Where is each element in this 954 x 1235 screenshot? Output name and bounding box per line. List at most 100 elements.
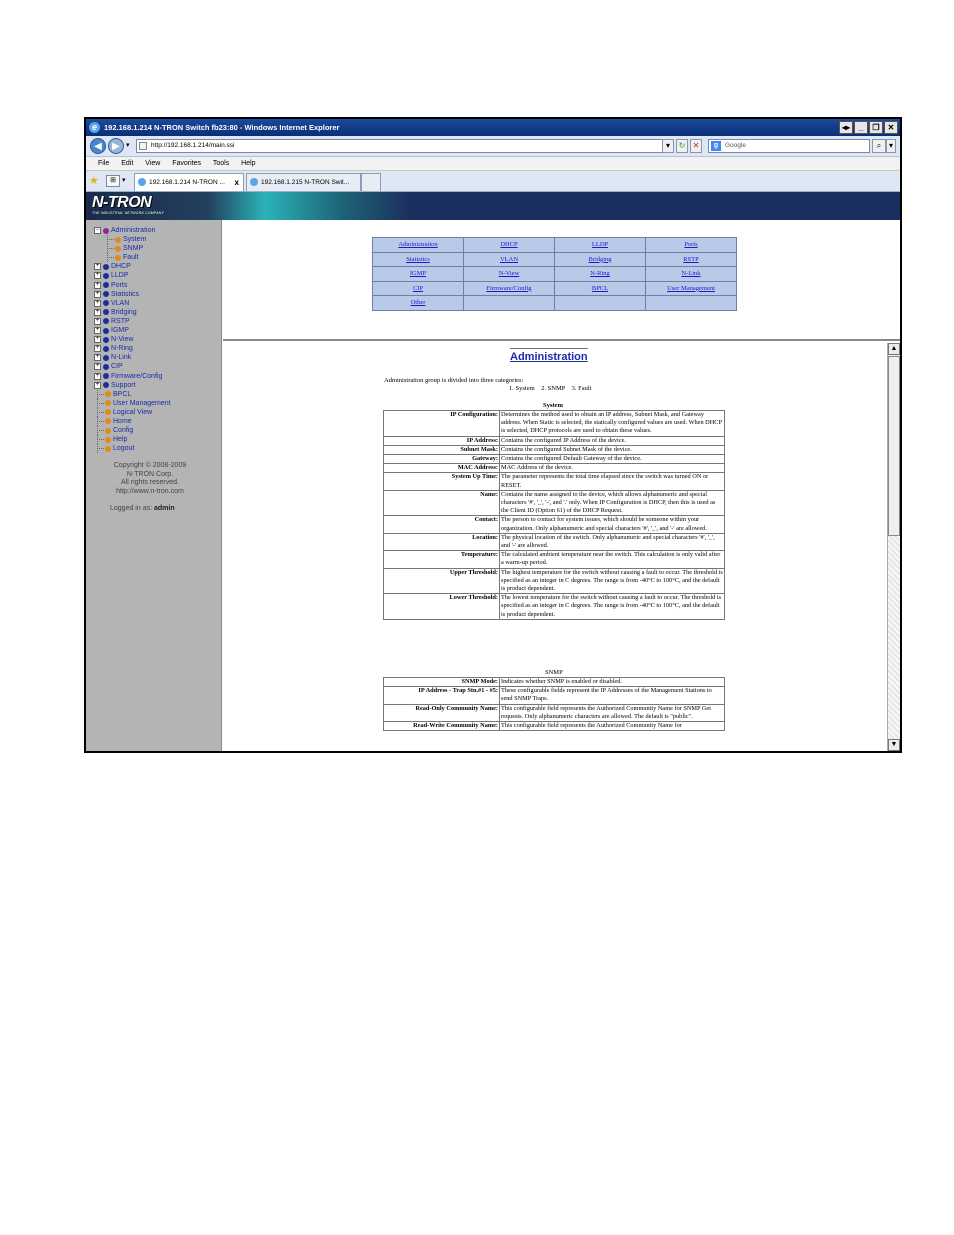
nav-link-firmware-config[interactable]: Firmware/Config — [463, 280, 555, 296]
bullet-icon — [105, 427, 111, 434]
scroll-down-icon[interactable]: ▼ — [888, 739, 900, 751]
sidebar-item-rstp[interactable]: + RSTP — [94, 317, 171, 326]
menu-file[interactable]: File — [98, 160, 109, 167]
sidebar-item-label: Home — [113, 417, 132, 425]
new-tab-button[interactable] — [361, 173, 381, 191]
sidebar-item-cip[interactable]: + CIP — [94, 362, 171, 371]
stop-icon[interactable]: ✕ — [690, 139, 702, 153]
nav-link-n-ring[interactable]: N-Ring — [554, 266, 646, 282]
nav-link-rstp[interactable]: RSTP — [645, 251, 737, 267]
sidebar-item-label: N-Ring — [111, 345, 133, 353]
scroll-thumb[interactable] — [888, 356, 900, 536]
ntron-logo[interactable]: N-TRON — [92, 194, 152, 212]
sidebar-item-firmware-config[interactable]: + Firmware/Config — [94, 372, 171, 381]
sidebar-item-snmp[interactable]: SNMP — [94, 244, 171, 254]
bullet-icon — [105, 409, 111, 416]
sidebar-item-vlan[interactable]: + VLAN — [94, 299, 171, 308]
tab-list-dropdown-icon[interactable]: ▾ — [122, 175, 126, 187]
sidebar-item-dhcp[interactable]: + DHCP — [94, 262, 171, 271]
scroll-tabs-icon[interactable]: ◂▸ — [839, 121, 853, 134]
vertical-scrollbar[interactable]: ▲ ▼ — [887, 343, 900, 751]
tab-other[interactable]: 192.168.1.215 N-TRON Swit... — [246, 173, 361, 191]
menu-favorites[interactable]: Favorites — [172, 160, 201, 167]
sidebar-item-user-management[interactable]: User Management — [94, 398, 171, 408]
nav-link-bpcl[interactable]: BPCL — [554, 280, 646, 296]
scroll-up-icon[interactable]: ▲ — [888, 343, 900, 355]
sidebar-item-ports[interactable]: + Ports — [94, 281, 171, 290]
sidebar-item-logical-view[interactable]: Logical View — [94, 407, 171, 417]
menu-tools[interactable]: Tools — [213, 160, 229, 167]
logo-tagline: THE INDUSTRIAL NETWORK COMPANY — [92, 211, 164, 215]
maximize-button[interactable]: ❐ — [869, 121, 883, 134]
expand-icon[interactable]: + — [94, 354, 101, 362]
nav-link-igmp[interactable]: IGMP — [372, 266, 464, 282]
expand-icon[interactable]: + — [94, 308, 101, 316]
back-button[interactable]: ◀ — [90, 138, 106, 154]
collapse-icon[interactable]: − — [94, 227, 101, 234]
expand-icon[interactable]: + — [94, 317, 101, 325]
sidebar-item-config[interactable]: Config — [94, 426, 171, 436]
nav-link-vlan[interactable]: VLAN — [463, 251, 555, 267]
sidebar-item-administration[interactable]: − Administration — [94, 226, 171, 235]
expand-icon[interactable]: + — [94, 336, 101, 344]
expand-icon[interactable]: + — [94, 272, 101, 280]
sidebar-item-fault[interactable]: Fault — [94, 253, 171, 263]
sidebar-item-bridging[interactable]: + Bridging — [94, 308, 171, 317]
address-input[interactable]: http://192.168.1.214/main.ssi — [136, 139, 670, 153]
expand-icon[interactable]: + — [94, 327, 101, 335]
sidebar-item-home[interactable]: Home — [94, 416, 171, 427]
expand-icon[interactable]: + — [94, 263, 101, 271]
menu-view[interactable]: View — [145, 160, 160, 167]
tab-close-icon[interactable]: x — [235, 174, 239, 191]
history-dropdown-icon[interactable]: ▾ — [126, 141, 130, 149]
search-input[interactable]: g Google — [708, 139, 870, 153]
nav-link-n-view[interactable]: N-View — [463, 266, 555, 282]
sidebar-item-system[interactable]: System — [94, 235, 171, 245]
expand-icon[interactable]: + — [94, 363, 101, 371]
bullet-icon — [103, 272, 109, 279]
sidebar-item-n-view[interactable]: + N-View — [94, 335, 171, 344]
nav-link-n-link[interactable]: N-Link — [645, 266, 737, 282]
sidebar-item-n-link[interactable]: + N-Link — [94, 353, 171, 362]
sidebar-item-help[interactable]: Help — [94, 435, 171, 445]
close-button[interactable]: ✕ — [884, 121, 898, 134]
nav-link-user-management[interactable]: User Management — [645, 280, 737, 296]
sidebar-item-bpcl[interactable]: BPCL — [94, 389, 171, 399]
nav-link-other[interactable]: Other — [372, 295, 464, 311]
search-options-icon[interactable]: ▾ — [886, 139, 896, 153]
nav-link-ports[interactable]: Ports — [645, 237, 737, 253]
forward-button[interactable]: ▶ — [108, 138, 124, 154]
sidebar-item-lldp[interactable]: + LLDP — [94, 271, 171, 280]
field-description: The calculated ambient temperature near … — [499, 550, 725, 569]
expand-icon[interactable]: + — [94, 299, 101, 307]
search-icon[interactable]: ⌕ — [872, 139, 886, 153]
expand-icon[interactable]: + — [94, 345, 101, 353]
menu-edit[interactable]: Edit — [121, 160, 133, 167]
address-dropdown-icon[interactable]: ▾ — [662, 139, 674, 153]
nav-link-administration[interactable]: Administration — [372, 237, 464, 253]
refresh-icon[interactable]: ↻ — [676, 139, 688, 153]
minimize-button[interactable]: _ — [854, 121, 868, 134]
nav-link-lldp[interactable]: LLDP — [554, 237, 646, 253]
field-name: Temperature: — [383, 550, 500, 569]
field-description: The parameter represents the total time … — [499, 472, 725, 491]
sidebar-item-support[interactable]: + Support — [94, 381, 171, 390]
sidebar-item-igmp[interactable]: + IGMP — [94, 326, 171, 335]
nav-link-cip[interactable]: CIP — [372, 280, 464, 296]
expand-icon[interactable]: + — [94, 381, 101, 389]
nav-link-bridging[interactable]: Bridging — [554, 251, 646, 267]
nav-link-statistics[interactable]: Statistics — [372, 251, 464, 267]
expand-icon[interactable]: + — [94, 372, 101, 380]
favorites-star-icon[interactable]: ★ — [89, 175, 99, 187]
menu-bar: File Edit View Favorites Tools Help — [86, 157, 900, 171]
expand-icon[interactable]: + — [94, 281, 101, 289]
sidebar-item-logout[interactable]: Logout — [94, 444, 171, 454]
sidebar-item-statistics[interactable]: + Statistics — [94, 290, 171, 299]
tab-current[interactable]: 192.168.1.214 N-TRON ... x — [134, 173, 244, 191]
quick-tabs-icon[interactable]: ⊞ — [106, 175, 120, 187]
field-name: Lower Threshold: — [383, 593, 500, 620]
nav-link-dhcp[interactable]: DHCP — [463, 237, 555, 253]
sidebar-item-n-ring[interactable]: + N-Ring — [94, 344, 171, 353]
menu-help[interactable]: Help — [241, 160, 255, 167]
expand-icon[interactable]: + — [94, 290, 101, 298]
